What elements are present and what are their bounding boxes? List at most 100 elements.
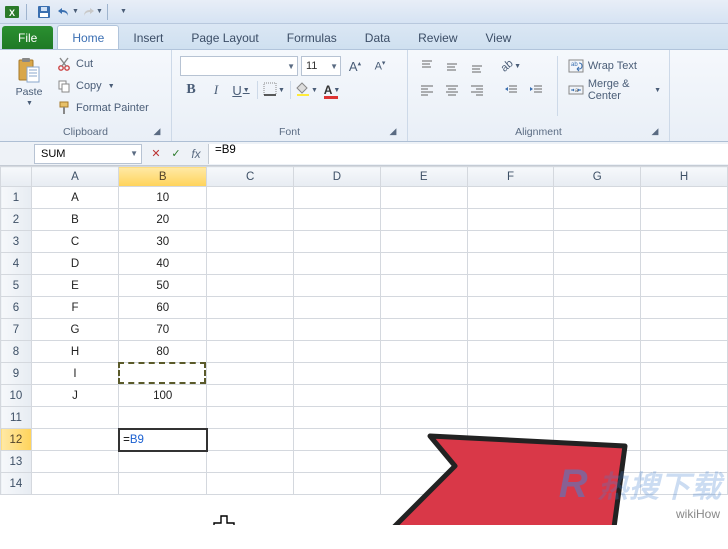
align-middle-button[interactable] bbox=[441, 56, 463, 76]
cell-E1[interactable] bbox=[380, 187, 467, 209]
row-header-6[interactable]: 6 bbox=[1, 297, 32, 319]
tab-home[interactable]: Home bbox=[57, 25, 119, 49]
cell-G3[interactable] bbox=[554, 231, 641, 253]
paste-button[interactable]: Paste ▼ bbox=[8, 54, 50, 107]
cell-H13[interactable] bbox=[641, 451, 728, 473]
cell-F7[interactable] bbox=[467, 319, 554, 341]
cell-G6[interactable] bbox=[554, 297, 641, 319]
cell-H2[interactable] bbox=[641, 209, 728, 231]
cell-F12[interactable] bbox=[467, 429, 554, 451]
row-header-3[interactable]: 3 bbox=[1, 231, 32, 253]
row-header-14[interactable]: 14 bbox=[1, 473, 32, 495]
cell-G7[interactable] bbox=[554, 319, 641, 341]
row-header-10[interactable]: 10 bbox=[1, 385, 32, 407]
cell-G8[interactable] bbox=[554, 341, 641, 363]
col-header-A[interactable]: A bbox=[31, 167, 118, 187]
cell-B8[interactable]: 80 bbox=[119, 341, 207, 363]
align-left-button[interactable] bbox=[416, 80, 438, 100]
cell-D4[interactable] bbox=[294, 253, 381, 275]
cell-D2[interactable] bbox=[294, 209, 381, 231]
cell-D3[interactable] bbox=[294, 231, 381, 253]
font-launcher[interactable]: ◢ bbox=[387, 125, 399, 137]
cell-A6[interactable]: F bbox=[31, 297, 118, 319]
cell-D7[interactable] bbox=[294, 319, 381, 341]
cell-D6[interactable] bbox=[294, 297, 381, 319]
increase-indent-button[interactable] bbox=[525, 80, 547, 100]
cell-D9[interactable] bbox=[294, 363, 381, 385]
cell-F4[interactable] bbox=[467, 253, 554, 275]
borders-button[interactable]: ▼ bbox=[263, 80, 285, 100]
row-header-9[interactable]: 9 bbox=[1, 363, 32, 385]
row-header-5[interactable]: 5 bbox=[1, 275, 32, 297]
cell-A12[interactable] bbox=[31, 429, 118, 451]
font-size-combo[interactable]: 11▼ bbox=[301, 56, 341, 76]
cell-C14[interactable] bbox=[207, 473, 294, 495]
col-header-D[interactable]: D bbox=[294, 167, 381, 187]
row-header-11[interactable]: 11 bbox=[1, 407, 32, 429]
orientation-button[interactable]: ab▼ bbox=[500, 56, 522, 76]
cell-H6[interactable] bbox=[641, 297, 728, 319]
cell-G4[interactable] bbox=[554, 253, 641, 275]
worksheet-grid[interactable]: ABCDEFGH1A102B203C304D405E506F607G708H80… bbox=[0, 166, 728, 525]
cell-F3[interactable] bbox=[467, 231, 554, 253]
cell-A8[interactable]: H bbox=[31, 341, 118, 363]
clipboard-launcher[interactable]: ◢ bbox=[151, 125, 163, 137]
cell-H12[interactable] bbox=[641, 429, 728, 451]
cell-B7[interactable]: 70 bbox=[119, 319, 207, 341]
alignment-launcher[interactable]: ◢ bbox=[649, 125, 661, 137]
cell-H5[interactable] bbox=[641, 275, 728, 297]
cell-E9[interactable] bbox=[380, 363, 467, 385]
cell-B2[interactable]: 20 bbox=[119, 209, 207, 231]
align-bottom-button[interactable] bbox=[466, 56, 488, 76]
cell-H1[interactable] bbox=[641, 187, 728, 209]
cell-E3[interactable] bbox=[380, 231, 467, 253]
cell-A13[interactable] bbox=[31, 451, 118, 473]
row-header-8[interactable]: 8 bbox=[1, 341, 32, 363]
cell-G11[interactable] bbox=[554, 407, 641, 429]
cell-H8[interactable] bbox=[641, 341, 728, 363]
bold-button[interactable]: B bbox=[180, 80, 202, 100]
cell-C12[interactable] bbox=[207, 429, 294, 451]
row-header-12[interactable]: 12 bbox=[1, 429, 32, 451]
tab-view[interactable]: View bbox=[472, 26, 526, 49]
underline-button[interactable]: U▼ bbox=[230, 80, 252, 100]
cell-F11[interactable] bbox=[467, 407, 554, 429]
cell-D14[interactable] bbox=[294, 473, 381, 495]
cell-B1[interactable]: 10 bbox=[119, 187, 207, 209]
cell-A7[interactable]: G bbox=[31, 319, 118, 341]
wrap-text-button[interactable]: ab Wrap Text bbox=[568, 56, 661, 76]
cell-G13[interactable] bbox=[554, 451, 641, 473]
cell-E8[interactable] bbox=[380, 341, 467, 363]
select-all-corner[interactable] bbox=[1, 167, 32, 187]
cell-B4[interactable]: 40 bbox=[119, 253, 207, 275]
col-header-C[interactable]: C bbox=[207, 167, 294, 187]
cell-F5[interactable] bbox=[467, 275, 554, 297]
cell-H9[interactable] bbox=[641, 363, 728, 385]
cell-A4[interactable]: D bbox=[31, 253, 118, 275]
cell-C5[interactable] bbox=[207, 275, 294, 297]
cell-B11[interactable] bbox=[119, 407, 207, 429]
cell-D12[interactable] bbox=[294, 429, 381, 451]
cell-B3[interactable]: 30 bbox=[119, 231, 207, 253]
align-top-button[interactable] bbox=[416, 56, 438, 76]
cell-G10[interactable] bbox=[554, 385, 641, 407]
cell-B9[interactable] bbox=[119, 363, 207, 385]
cell-C10[interactable] bbox=[207, 385, 294, 407]
merge-center-button[interactable]: a Merge & Center ▼ bbox=[568, 80, 661, 100]
redo-button[interactable]: ▼ bbox=[81, 2, 103, 22]
font-color-button[interactable]: A▼ bbox=[321, 80, 343, 100]
cell-A2[interactable]: B bbox=[31, 209, 118, 231]
cell-B10[interactable]: 100 bbox=[119, 385, 207, 407]
cell-C9[interactable] bbox=[207, 363, 294, 385]
cell-C3[interactable] bbox=[207, 231, 294, 253]
cell-G5[interactable] bbox=[554, 275, 641, 297]
align-right-button[interactable] bbox=[466, 80, 488, 100]
col-header-B[interactable]: B bbox=[119, 167, 207, 187]
cell-C6[interactable] bbox=[207, 297, 294, 319]
cell-A11[interactable] bbox=[31, 407, 118, 429]
cell-C1[interactable] bbox=[207, 187, 294, 209]
name-box[interactable]: SUM ▼ bbox=[34, 144, 142, 164]
cut-button[interactable]: Cut bbox=[56, 54, 149, 74]
format-painter-button[interactable]: Format Painter bbox=[56, 98, 149, 118]
cell-F10[interactable] bbox=[467, 385, 554, 407]
